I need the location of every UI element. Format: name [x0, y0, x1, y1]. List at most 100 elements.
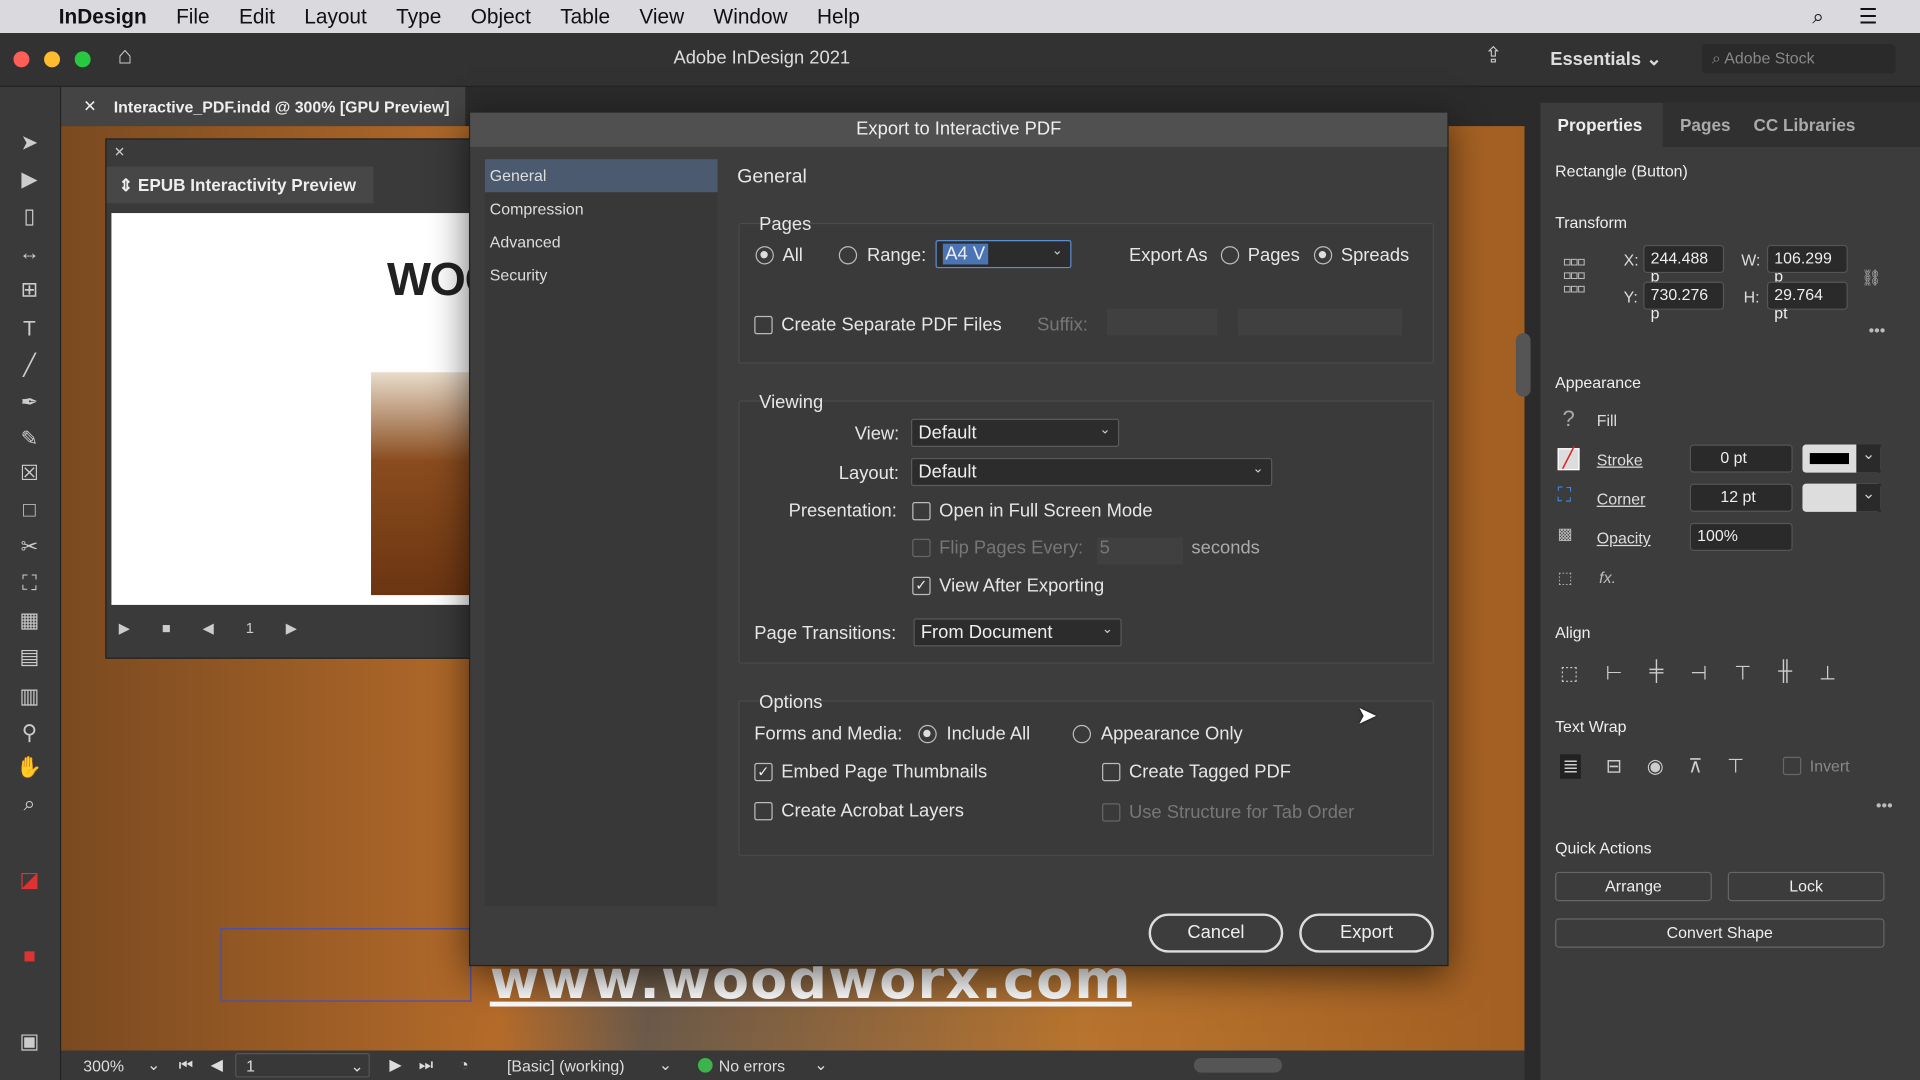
align-bottom-icon[interactable]: ⊥ [1819, 661, 1836, 685]
workspace-switcher[interactable]: Essentials ⌄ [1550, 48, 1661, 70]
jump-object-icon[interactable]: ⊼ [1688, 754, 1702, 778]
range-dropdown-icon[interactable]: ⌄ [1052, 242, 1063, 259]
fx-icon[interactable]: fx. [1599, 568, 1616, 586]
w-field[interactable]: 106.299 p [1766, 244, 1848, 285]
reference-point-icon[interactable]: ▫▫▫ ▫▫▫ ▫▫▫ [1562, 248, 1586, 302]
gradient-tool-icon[interactable]: ▦ [15, 609, 44, 633]
note-tool-icon[interactable]: ▥ [15, 684, 44, 708]
page-tool-icon[interactable]: ▯ [15, 204, 44, 228]
separate-pdf-checkbox[interactable] [754, 315, 773, 335]
range-radio[interactable] [838, 246, 858, 265]
nav-compression[interactable]: Compression [485, 192, 718, 225]
constrain-proportions-icon[interactable]: ⛓ [1861, 268, 1881, 288]
align-top-icon[interactable]: ⊤ [1734, 661, 1751, 685]
nav-security[interactable]: Security [485, 258, 718, 291]
arrange-button[interactable]: Arrange [1555, 871, 1712, 902]
nav-general[interactable]: General [484, 159, 718, 193]
apply-color-icon[interactable]: ■ [15, 944, 44, 968]
align-hcenter-icon[interactable]: ╪ [1649, 661, 1663, 685]
adobe-stock-search[interactable]: ⌕ Adobe Stock [1702, 44, 1896, 74]
no-wrap-icon[interactable]: ≣ [1560, 754, 1582, 779]
control-center-icon[interactable]: ☰ [1859, 4, 1878, 28]
menu-window[interactable]: Window [714, 4, 788, 28]
type-tool-icon[interactable]: T [15, 317, 44, 341]
corner-label[interactable]: Corner [1597, 490, 1646, 508]
all-pages-radio[interactable] [755, 246, 774, 265]
preflight-profile[interactable]: [Basic] (working) [507, 1057, 625, 1075]
share-icon[interactable]: ⇪ [1484, 43, 1502, 69]
menu-view[interactable]: View [639, 4, 684, 28]
preflight-icon[interactable]: ◔ [459, 1056, 469, 1074]
corner-shape-dropdown[interactable]: ⌄ [1802, 483, 1881, 512]
align-vcenter-icon[interactable]: ╫ [1778, 661, 1792, 685]
menu-app[interactable]: InDesign [59, 4, 147, 28]
scissors-tool-icon[interactable]: ✂ [15, 535, 44, 559]
acrobat-layers-checkbox[interactable] [754, 802, 773, 821]
zoom-level[interactable]: 300% [83, 1057, 124, 1075]
view-after-exporting-checkbox[interactable]: ✓ [912, 576, 931, 596]
export-spreads-radio[interactable] [1313, 246, 1333, 265]
fill-stroke-icon[interactable]: ◪ [15, 868, 44, 892]
profile-dropdown-icon[interactable]: ⌄ [659, 1056, 672, 1076]
document-tab[interactable]: ✕ Interactive_PDF.indd @ 300% [GPU Previ… [61, 86, 466, 127]
embed-thumbnails-checkbox[interactable]: ✓ [754, 762, 773, 782]
tab-cc-libraries[interactable]: CC Libraries [1753, 115, 1855, 135]
vertical-scrollbar[interactable] [1515, 333, 1531, 397]
next-page-icon[interactable]: ▶ [389, 1056, 401, 1076]
free-transform-tool-icon[interactable]: ⛶ [15, 572, 44, 596]
align-right-icon[interactable]: ⊣ [1690, 661, 1707, 685]
menu-table[interactable]: Table [560, 4, 610, 28]
menu-edit[interactable]: Edit [239, 4, 275, 28]
export-button[interactable]: Export [1299, 913, 1434, 953]
stroke-type-dropdown[interactable]: ⌄ [1802, 444, 1881, 473]
hand-tool-icon[interactable]: ✋ [15, 756, 44, 780]
h-field[interactable]: 29.764 pt [1766, 281, 1848, 322]
home-icon[interactable]: ⌂ [118, 43, 133, 71]
menu-type[interactable]: Type [396, 4, 441, 28]
prev-page-icon[interactable]: ◀ [203, 620, 214, 637]
align-to-selection-icon[interactable]: ⬚ [1560, 661, 1579, 685]
pen-tool-icon[interactable]: ✒ [15, 391, 44, 415]
screen-mode-icon[interactable]: ▣ [15, 1030, 44, 1054]
content-collector-icon[interactable]: ⊞ [15, 278, 44, 302]
close-window-button[interactable] [13, 51, 30, 68]
eyedropper-tool-icon[interactable]: ⚲ [15, 721, 44, 745]
layout-select[interactable]: Default ⌄ [911, 457, 1273, 487]
zoom-window-button[interactable] [74, 51, 91, 68]
rectangle-tool-icon[interactable]: □ [15, 498, 44, 522]
stroke-none-icon[interactable]: ╱ [1557, 448, 1580, 471]
direct-selection-tool-icon[interactable]: ▶ [15, 168, 44, 192]
stroke-weight-field[interactable]: 0 pt [1689, 444, 1793, 473]
minimize-window-button[interactable] [44, 51, 61, 68]
selection-tool-icon[interactable]: ➤ [15, 131, 44, 155]
fill-unknown-icon[interactable]: ? [1562, 407, 1574, 433]
gap-tool-icon[interactable]: ↔ [15, 241, 44, 265]
page-number-field[interactable]: 1 ⌄ [235, 1053, 370, 1078]
flip-pages-checkbox[interactable] [912, 538, 931, 558]
nav-advanced[interactable]: Advanced [485, 225, 718, 258]
menu-help[interactable]: Help [817, 4, 860, 28]
corner-size-field[interactable]: 12 pt [1689, 483, 1793, 512]
opacity-field[interactable]: 100% [1689, 522, 1793, 552]
range-input[interactable]: A4 V ⌄ [935, 240, 1072, 269]
last-page-icon[interactable]: ⏭ [419, 1056, 433, 1076]
pencil-tool-icon[interactable]: ✎ [15, 427, 44, 451]
text-wrap-more-icon[interactable]: ••• [1876, 796, 1893, 814]
structure-tab-order-checkbox[interactable] [1102, 803, 1121, 822]
horizontal-scrollbar[interactable] [1193, 1057, 1283, 1073]
view-select[interactable]: Default ⌄ [911, 418, 1120, 447]
tab-properties[interactable]: Properties [1558, 115, 1643, 135]
gradient-feather-icon[interactable]: ▤ [15, 645, 44, 669]
stop-icon[interactable]: ■ [162, 620, 171, 637]
page-dropdown-icon[interactable]: ⌄ [350, 1057, 363, 1077]
menu-object[interactable]: Object [471, 4, 531, 28]
jump-next-column-icon[interactable]: ⊤ [1727, 754, 1744, 778]
more-options-icon[interactable]: ••• [1869, 321, 1886, 339]
menu-layout[interactable]: Layout [304, 4, 367, 28]
y-field[interactable]: 730.276 p [1643, 281, 1725, 322]
x-field[interactable]: 244.488 p [1643, 244, 1725, 285]
next-page-icon[interactable]: ▶ [286, 620, 297, 637]
selected-frame[interactable] [220, 928, 472, 1002]
search-icon[interactable]: ⌕ [1812, 4, 1824, 28]
convert-shape-button[interactable]: Convert Shape [1555, 918, 1885, 948]
